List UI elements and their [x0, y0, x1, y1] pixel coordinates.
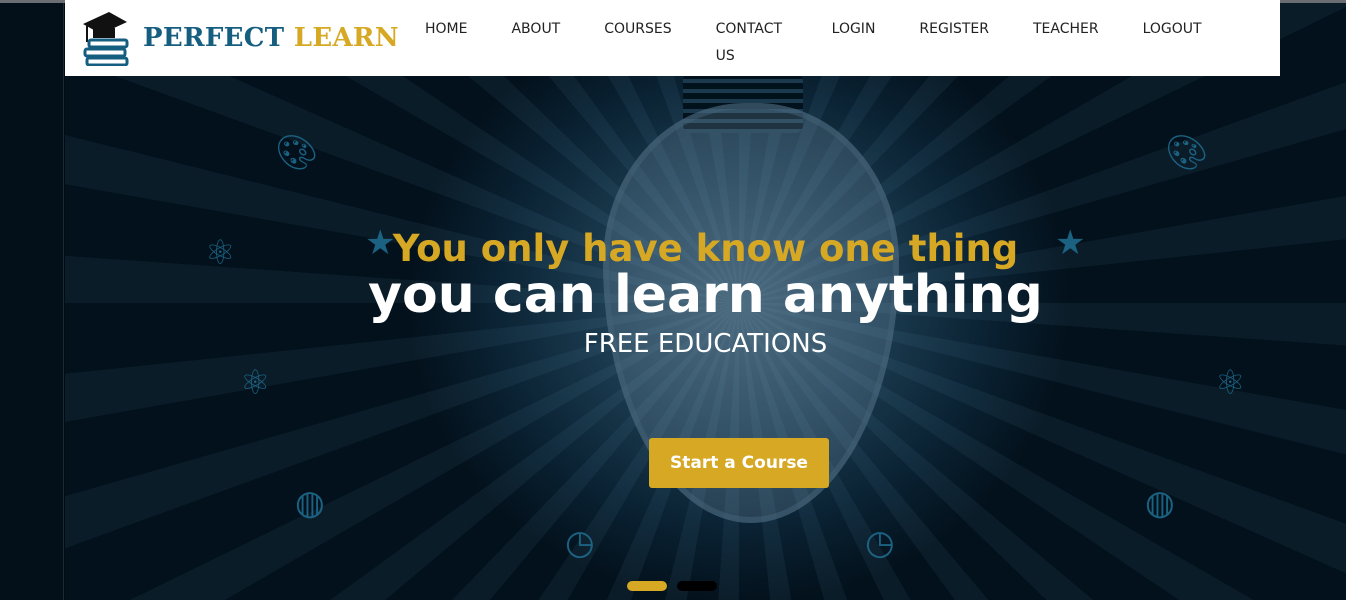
slide-indicator-2[interactable]	[677, 581, 717, 591]
main-nav: HOME ABOUT COURSES CONTACT US LOGIN REGI…	[425, 16, 1246, 70]
nav-register[interactable]: REGISTER	[919, 16, 989, 70]
hero-subtitle: FREE EDUCATIONS	[583, 329, 828, 359]
nav-home[interactable]: HOME	[425, 16, 467, 70]
clock-icon: ◷	[865, 523, 895, 563]
nav-teacher[interactable]: TEACHER	[1033, 16, 1099, 70]
start-course-button[interactable]: Start a Course	[649, 438, 829, 488]
graduation-books-icon	[83, 12, 129, 66]
logo[interactable]: PERFECT LEARN	[81, 10, 399, 66]
nav-contact[interactable]: CONTACT US	[716, 16, 788, 70]
brand-name: PERFECT LEARN	[143, 23, 399, 53]
atom-icon: ⚛	[1215, 363, 1246, 403]
nav-courses[interactable]: COURSES	[604, 16, 671, 70]
atom-icon: ⚛	[240, 363, 271, 403]
clock-icon: ◷	[565, 523, 595, 563]
site-header: PERFECT LEARN HOME ABOUT COURSES CONTACT…	[65, 0, 1280, 76]
globe-icon: ◍	[1145, 483, 1175, 523]
nav-logout[interactable]: LOGOUT	[1143, 16, 1202, 70]
left-edge	[0, 3, 64, 600]
hero-slider: 🎨︎ 🎨︎ ⚛ ⚛ ⚛ ◍ ◍ ◷ ◷ ★ ★ You only have kn…	[65, 3, 1346, 600]
globe-icon: ◍	[295, 483, 325, 523]
palette-icon: 🎨︎	[1165, 133, 1209, 173]
nav-about[interactable]: ABOUT	[511, 16, 560, 70]
hero-tagline: You only have know one thing	[392, 227, 1019, 270]
nav-login[interactable]: LOGIN	[832, 16, 876, 70]
slide-indicator-1[interactable]	[627, 581, 667, 591]
palette-icon: 🎨︎	[275, 133, 319, 173]
hero-title: you can learn anything	[368, 265, 1043, 325]
